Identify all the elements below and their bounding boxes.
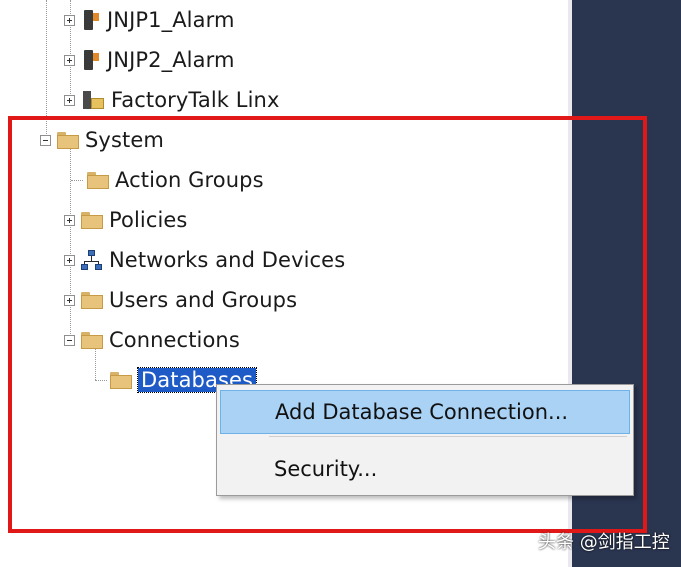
server-icon — [81, 9, 101, 31]
context-menu: Add Database Connection... Security... — [216, 384, 634, 496]
tree-node-jnjp2-alarm[interactable]: JNJP2_Alarm — [64, 44, 235, 76]
menu-item-label: Security... — [274, 457, 378, 481]
menu-item-label: Add Database Connection... — [275, 400, 569, 424]
tree-node-factorytalk-linx[interactable]: FactoryTalk Linx — [64, 84, 279, 116]
tree-node-label: JNJP2_Alarm — [107, 48, 235, 72]
menu-separator — [269, 436, 627, 437]
server-icon — [81, 49, 101, 71]
watermark: 头条 @剑指工控 — [538, 532, 670, 553]
expand-icon[interactable] — [64, 14, 75, 26]
menu-item-add-database-connection[interactable]: Add Database Connection... — [220, 390, 630, 434]
menu-item-security[interactable]: Security... — [220, 447, 630, 491]
expand-icon[interactable] — [64, 54, 75, 66]
expand-icon[interactable] — [64, 94, 75, 106]
linx-icon — [81, 89, 105, 111]
tree-node-label: JNJP1_Alarm — [107, 8, 235, 32]
tree-node-jnjp1-alarm[interactable]: JNJP1_Alarm — [64, 4, 235, 36]
tree-node-label: FactoryTalk Linx — [111, 88, 280, 112]
